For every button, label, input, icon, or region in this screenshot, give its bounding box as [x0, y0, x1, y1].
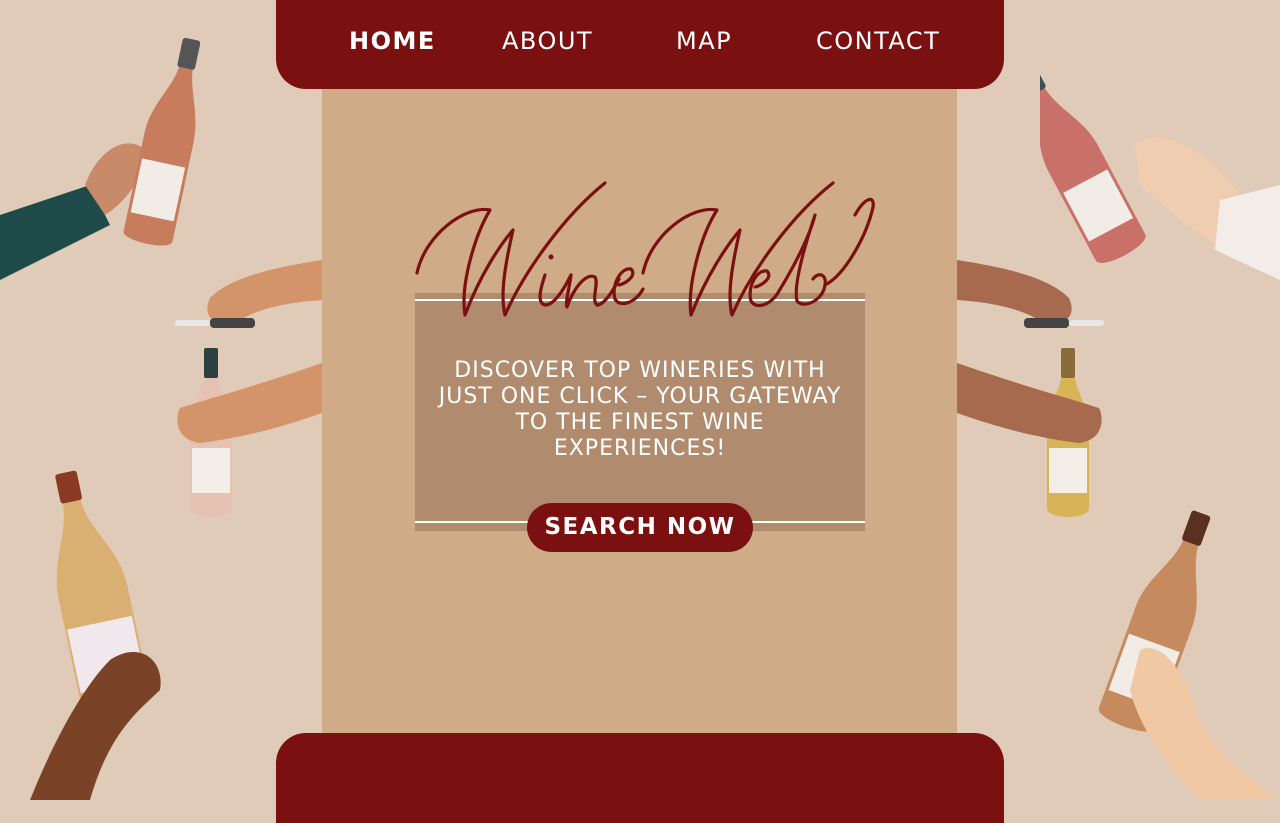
- nav-item-about[interactable]: ABOUT: [502, 24, 593, 58]
- nav-item-map[interactable]: MAP: [676, 24, 732, 58]
- search-now-button[interactable]: SEARCH NOW: [529, 505, 751, 550]
- nav-item-contact[interactable]: CONTACT: [816, 24, 940, 58]
- hand-opening-white-bottle-corkscrew-icon: [957, 260, 1104, 517]
- wine-web-logo: [415, 181, 875, 317]
- hero-bottom-divider-left: [415, 521, 530, 523]
- hand-holding-rose-bottle-icon: [0, 37, 200, 280]
- nav-item-home[interactable]: HOME: [349, 24, 436, 58]
- footer-bar: [276, 733, 1004, 823]
- top-nav: HOME ABOUT MAP CONTACT: [276, 0, 1004, 89]
- hero-bottom-divider-right: [750, 521, 865, 523]
- hand-holding-orange-wine-bottle-icon: [1098, 510, 1280, 800]
- hand-opening-rose-bottle-corkscrew-icon: [175, 260, 322, 517]
- hand-holding-white-wine-bottle-icon: [30, 470, 161, 800]
- hero-tagline: DISCOVER TOP WINERIES WITH JUST ONE CLIC…: [438, 358, 842, 461]
- hand-holding-red-rose-bottle-icon: [1040, 60, 1280, 280]
